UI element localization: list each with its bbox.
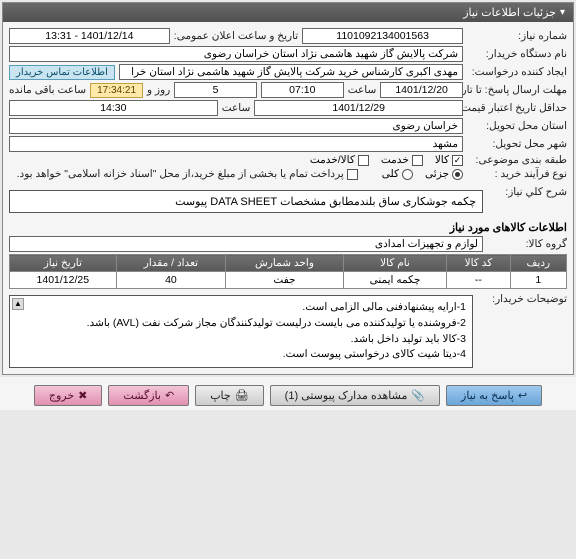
- back-button[interactable]: ↶بازگشت: [108, 385, 189, 406]
- cell-code: --: [447, 272, 510, 289]
- reply-icon: ↩: [518, 389, 527, 402]
- need-description: چکمه جوشکاری ساق بلندمطابق مشخصات DATA S…: [9, 190, 483, 213]
- items-section-title: اطلاعات کالاهای مورد نیاز: [9, 221, 567, 234]
- check-payment[interactable]: پرداخت تمام یا بخشی از مبلغ خرید،از محل …: [17, 168, 358, 180]
- radio-joz[interactable]: جزئی: [425, 168, 463, 180]
- collapse-icon[interactable]: ▾: [560, 7, 565, 18]
- valid-label: حداقل تاریخ اعتبار قیمت: تا تاریخ:: [467, 102, 567, 114]
- province-label: استان محل تحویل:: [467, 120, 567, 132]
- category-group: کالا خدمت کالا/خدمت: [310, 154, 463, 166]
- exit-button[interactable]: ✖خروج: [34, 385, 103, 406]
- announce-label: تاریخ و ساعت اعلان عمومی:: [174, 30, 298, 42]
- cell-unit: جفت: [226, 272, 344, 289]
- countdown-badge: 17:34:21: [90, 83, 143, 98]
- creator-field: مهدی اکبری کارشناس خرید شرکت پالایش گاز …: [119, 64, 463, 80]
- time-label-2: ساعت: [222, 102, 251, 114]
- group-label: گروه کالا:: [487, 238, 567, 250]
- panel-title: جزئیات اطلاعات نیاز: [463, 6, 556, 19]
- cell-idx: 1: [510, 272, 566, 289]
- check-kalakhadamat[interactable]: کالا/خدمت: [310, 154, 369, 166]
- need-no-field: 1101092134001563: [302, 28, 463, 44]
- remain-days-field: 5: [174, 82, 257, 98]
- buyer-field: شرکت پالایش گاز شهید هاشمی نژاد استان خر…: [9, 46, 463, 62]
- radio-koli[interactable]: کلی: [382, 168, 413, 180]
- th-name: نام کالا: [343, 255, 446, 272]
- deadline-label: مهلت ارسال پاسخ: تا تاریخ:: [467, 84, 567, 96]
- remain-days-label: روز و: [147, 84, 170, 96]
- notes-label: توضیحات خریدار:: [477, 293, 567, 305]
- radio-icon: [402, 169, 413, 180]
- province-field: خراسان رضوی: [9, 118, 463, 134]
- panel-body: شماره نیاز: 1101092134001563 تاریخ و ساع…: [3, 22, 573, 374]
- cell-name: چکمه ایمنی: [343, 272, 446, 289]
- panel-header: ▾ جزئیات اطلاعات نیاز: [3, 3, 573, 22]
- deadline-time-field: 07:10: [261, 82, 344, 98]
- check-khadamat[interactable]: خدمت: [381, 154, 423, 166]
- checkbox-icon: [412, 155, 423, 166]
- th-unit: واحد شمارش: [226, 255, 344, 272]
- city-label: شهر محل تحویل:: [467, 138, 567, 150]
- note-line: 4-دیتا شیت کالای درخواستی پیوست است.: [16, 347, 466, 363]
- buytype-group: جزئی کلی: [382, 168, 463, 180]
- attachments-button[interactable]: 📎مشاهده مدارک پیوستی (1): [270, 385, 440, 406]
- buyer-notes: ▲ 1-ارایه پیشنهادفنی مالی الزامی است. 2-…: [9, 295, 473, 368]
- details-panel: ▾ جزئیات اطلاعات نیاز شماره نیاز: 110109…: [2, 2, 574, 375]
- th-date: تاریخ نیاز: [10, 255, 117, 272]
- buyer-label: نام دستگاه خریدار:: [467, 48, 567, 60]
- category-label: طبقه بندی موضوعی:: [467, 154, 567, 166]
- checkbox-icon: [358, 155, 369, 166]
- city-field: مشهد: [9, 136, 463, 152]
- radio-icon: [452, 169, 463, 180]
- announce-field: 1401/12/14 - 13:31: [9, 28, 170, 44]
- deadline-date-field: 1401/12/20: [380, 82, 463, 98]
- note-line: 3-کالا باید تولید داخل باشد.: [16, 332, 466, 348]
- items-table: ردیف کد کالا نام کالا واحد شمارش تعداد /…: [9, 254, 567, 289]
- th-qty: تعداد / مقدار: [116, 255, 226, 272]
- print-button[interactable]: 🖨چاپ: [195, 385, 263, 406]
- checkbox-icon: [347, 169, 358, 180]
- checkbox-icon: [452, 155, 463, 166]
- need-no-label: شماره نیاز:: [467, 30, 567, 42]
- exit-icon: ✖: [78, 389, 87, 402]
- note-line: 1-ارایه پیشنهادفنی مالی الزامی است.: [16, 300, 466, 316]
- group-field: لوازم و تجهیزات امدادی: [9, 236, 483, 252]
- back-icon: ↶: [165, 389, 174, 402]
- valid-date-field: 1401/12/29: [254, 100, 463, 116]
- creator-label: ایجاد کننده درخواست:: [467, 66, 567, 78]
- desc-label: شرح کلي نیاز:: [487, 186, 567, 198]
- print-icon: 🖨: [235, 389, 249, 402]
- time-label-1: ساعت: [348, 84, 377, 96]
- contact-info-button[interactable]: اطلاعات تماس خریدار: [9, 65, 115, 80]
- note-line: 2-فروشنده یا تولیدکننده می بایست درلیست …: [16, 316, 466, 332]
- payment-note: پرداخت تمام یا بخشی از مبلغ خرید،از محل …: [17, 168, 344, 180]
- th-code: کد کالا: [447, 255, 510, 272]
- buytype-label: نوع فرآیند خرید :: [467, 168, 567, 180]
- th-idx: ردیف: [510, 255, 566, 272]
- table-row[interactable]: 1 -- چکمه ایمنی جفت 40 1401/12/25: [10, 272, 567, 289]
- valid-time-field: 14:30: [9, 100, 218, 116]
- scroll-up-icon[interactable]: ▲: [12, 298, 24, 310]
- cell-date: 1401/12/25: [10, 272, 117, 289]
- respond-button[interactable]: ↩پاسخ به نیاز: [446, 385, 542, 406]
- button-bar: ↩پاسخ به نیاز 📎مشاهده مدارک پیوستی (1) 🖨…: [0, 377, 576, 410]
- cell-qty: 40: [116, 272, 226, 289]
- remain-suffix: ساعت باقی مانده: [9, 84, 86, 96]
- attachment-icon: 📎: [411, 389, 425, 402]
- table-header-row: ردیف کد کالا نام کالا واحد شمارش تعداد /…: [10, 255, 567, 272]
- check-kala[interactable]: کالا: [435, 154, 463, 166]
